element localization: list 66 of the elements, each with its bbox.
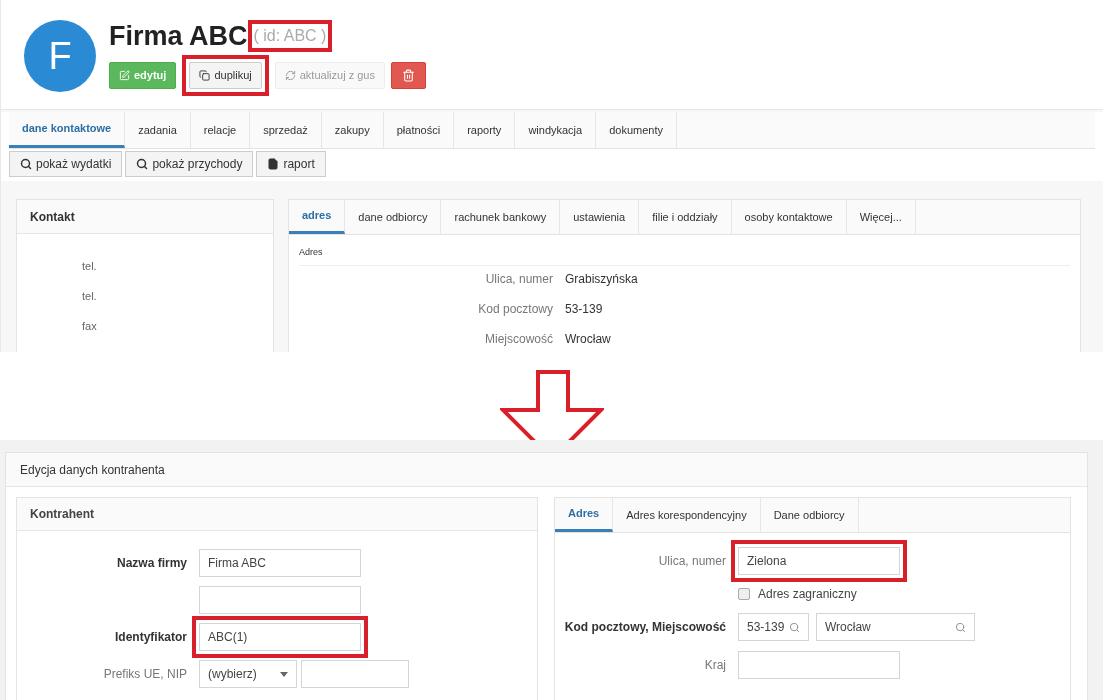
caret-icon	[280, 671, 288, 677]
tab[interactable]: filie i oddziały	[639, 200, 732, 234]
field-label: Kod pocztowy, Miejscowość	[564, 619, 726, 636]
field-label: Identyfikator	[115, 629, 187, 646]
search-icon	[20, 158, 32, 170]
tab[interactable]: windykacja	[515, 112, 597, 148]
edit-icon	[119, 70, 130, 81]
contact-label: fax	[82, 319, 98, 334]
tab[interactable]: adres	[289, 200, 346, 234]
tab[interactable]: Adres korespondencyjny	[613, 498, 761, 532]
avatar: F	[24, 20, 96, 92]
tab[interactable]: zadania	[125, 112, 191, 148]
section-title: Adres	[299, 247, 323, 257]
tab[interactable]: Adres	[555, 498, 614, 532]
input-field[interactable]	[301, 660, 409, 688]
field-label: Ulica, numer	[658, 553, 726, 570]
field-value: 53-139	[565, 301, 603, 318]
input-field[interactable]: 53-139	[738, 613, 809, 641]
company-title: Firma ABC	[109, 19, 248, 53]
select-field[interactable]: (wybierz)	[199, 660, 297, 688]
company-id: ( id: ABC )	[253, 27, 327, 44]
tab[interactable]: Dane odbiorcy	[760, 498, 859, 532]
input-field[interactable]: Wrocław	[816, 613, 975, 641]
field-value: Wrocław	[565, 331, 611, 348]
panel-title: Kontrahent	[30, 506, 94, 523]
tab[interactable]: sprzedaż	[250, 112, 322, 148]
tab[interactable]: dokumenty	[596, 112, 677, 148]
tab[interactable]: płatności	[383, 112, 455, 148]
field-label: Nazwa firmy	[116, 555, 187, 572]
delete-button[interactable]	[390, 62, 426, 89]
field-label: Prefiks UE, NIP	[103, 666, 187, 683]
panel-title: Kontakt	[30, 208, 75, 226]
toolbar-button[interactable]: pokaż przychody	[125, 151, 254, 177]
contact-label: tel.	[82, 259, 98, 274]
document-icon	[267, 158, 280, 170]
checkbox-label: Adres zagraniczny	[758, 586, 857, 603]
toolbar-button[interactable]: pokaż wydatki	[9, 151, 123, 177]
tab[interactable]: relacje	[190, 112, 251, 148]
tab[interactable]: raporty	[454, 112, 516, 148]
panel-title: Edycja danych kontrahenta	[20, 461, 165, 479]
tab[interactable]: dane odbiorcy	[345, 200, 442, 234]
copy-icon	[199, 70, 211, 81]
input-field[interactable]: ABC(1)	[199, 623, 361, 651]
search-icon	[136, 158, 149, 170]
field-label: Kod pocztowy	[478, 301, 553, 318]
field-value: Grabiszyńska	[565, 271, 638, 288]
tab[interactable]: ustawienia	[560, 200, 640, 234]
tab[interactable]: rachunek bankowy	[441, 200, 561, 234]
input-field[interactable]	[199, 586, 361, 614]
tab[interactable]: osoby kontaktowe	[731, 200, 847, 234]
input-field[interactable]: Zielona	[738, 547, 900, 575]
tab[interactable]: Więcej...	[846, 200, 916, 234]
search-icon	[955, 621, 966, 633]
toolbar-button[interactable]: raport	[256, 151, 326, 177]
trash-icon	[401, 69, 415, 82]
tab[interactable]: zakupy	[321, 112, 384, 148]
checkbox[interactable]	[738, 588, 750, 600]
duplicate-button[interactable]: duplikuj	[189, 62, 262, 89]
field-label: Ulica, numer	[485, 271, 553, 288]
refresh-icon	[284, 70, 296, 81]
search-icon	[789, 621, 800, 633]
contact-label: tel.	[82, 289, 98, 304]
input-field[interactable]: Firma ABC	[199, 549, 361, 577]
field-label: Kraj	[704, 657, 726, 674]
input-field[interactable]	[738, 651, 900, 679]
field-label: Miejscowość	[485, 331, 553, 348]
